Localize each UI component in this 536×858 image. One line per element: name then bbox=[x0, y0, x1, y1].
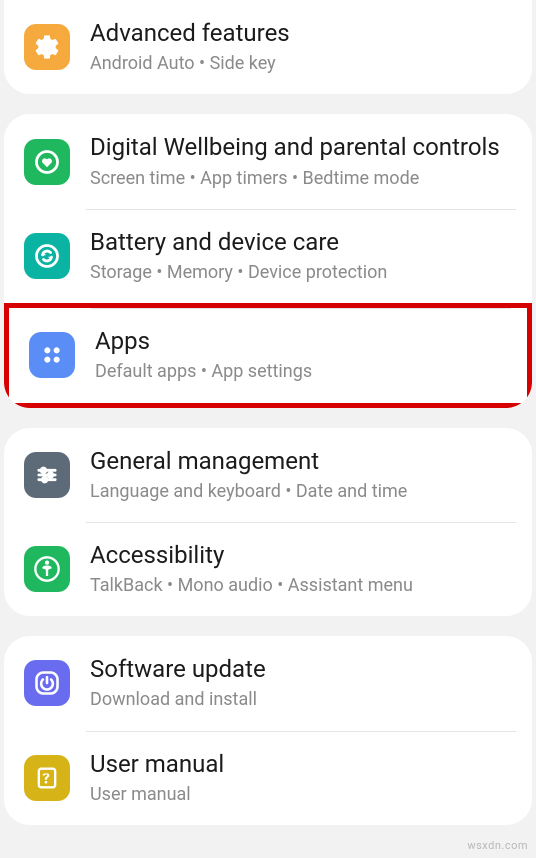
row-subtitle: TalkBack • Mono audio • Assistant menu bbox=[90, 573, 512, 598]
row-subtitle: Storage • Memory • Device protection bbox=[90, 260, 512, 285]
watermark-text: wsxdn.com bbox=[467, 839, 528, 852]
row-subtitle: User manual bbox=[90, 782, 512, 807]
row-title: Software update bbox=[90, 654, 512, 685]
settings-card: Advanced featuresAndroid Auto • Side key bbox=[4, 0, 532, 94]
settings-row-apps[interactable]: AppsDefault apps • App settings bbox=[4, 303, 532, 407]
power-circle-icon bbox=[24, 660, 70, 706]
row-title: Advanced features bbox=[90, 18, 512, 49]
row-text: Battery and device careStorage • Memory … bbox=[90, 227, 512, 285]
settings-card: Software updateDownload and install User … bbox=[4, 636, 532, 825]
row-title: Apps bbox=[95, 326, 507, 357]
row-text: Digital Wellbeing and parental controls S… bbox=[90, 132, 512, 190]
row-text: Advanced featuresAndroid Auto • Side key bbox=[90, 18, 512, 76]
row-subtitle: Download and install bbox=[90, 687, 512, 712]
settings-card: Digital Wellbeing and parental controls S… bbox=[4, 114, 532, 407]
row-title: Battery and device care bbox=[90, 227, 512, 258]
settings-row-software-update[interactable]: Software updateDownload and install bbox=[4, 636, 532, 730]
settings-row-user-manual[interactable]: User manualUser manual bbox=[4, 731, 532, 825]
row-subtitle: Screen time • App timers • Bedtime mode bbox=[90, 166, 512, 191]
settings-row-accessibility[interactable]: AccessibilityTalkBack • Mono audio • Ass… bbox=[4, 522, 532, 616]
row-text: Software updateDownload and install bbox=[90, 654, 512, 712]
row-text: General managementLanguage and keyboard … bbox=[90, 446, 512, 504]
row-title: User manual bbox=[90, 749, 512, 780]
settings-card: General managementLanguage and keyboard … bbox=[4, 428, 532, 617]
row-text: User manualUser manual bbox=[90, 749, 512, 807]
row-subtitle: Android Auto • Side key bbox=[90, 51, 512, 76]
row-subtitle: Language and keyboard • Date and time bbox=[90, 479, 512, 504]
refresh-ring-icon bbox=[24, 233, 70, 279]
person-circle-icon bbox=[24, 546, 70, 592]
cog-icon bbox=[24, 24, 70, 70]
heart-ring-icon bbox=[24, 139, 70, 185]
row-title: General management bbox=[90, 446, 512, 477]
four-dots-icon bbox=[29, 332, 75, 378]
row-text: AccessibilityTalkBack • Mono audio • Ass… bbox=[90, 540, 512, 598]
settings-row-general-management[interactable]: General managementLanguage and keyboard … bbox=[4, 428, 532, 522]
settings-row-battery-device-care[interactable]: Battery and device careStorage • Memory … bbox=[4, 209, 532, 303]
row-title: Digital Wellbeing and parental controls bbox=[90, 132, 512, 163]
settings-row-digital-wellbeing[interactable]: Digital Wellbeing and parental controls S… bbox=[4, 114, 532, 208]
sliders-icon bbox=[24, 452, 70, 498]
row-title: Accessibility bbox=[90, 540, 512, 571]
row-subtitle: Default apps • App settings bbox=[95, 359, 507, 384]
settings-row-advanced-features[interactable]: Advanced featuresAndroid Auto • Side key bbox=[4, 0, 532, 94]
manual-icon bbox=[24, 755, 70, 801]
row-text: AppsDefault apps • App settings bbox=[95, 326, 507, 384]
